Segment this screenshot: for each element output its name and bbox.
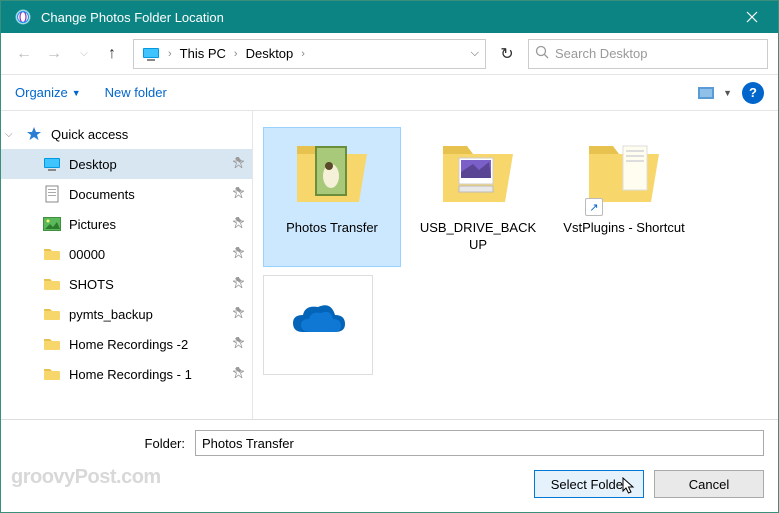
file-item[interactable]: [263, 275, 373, 375]
pin-icon: [233, 157, 244, 171]
sidebar-item-label: pymts_backup: [69, 307, 225, 322]
item-label: USB_DRIVE_BACKUP: [416, 220, 540, 254]
address-dropdown[interactable]: ⌵: [471, 47, 479, 60]
folder-icon: [43, 245, 61, 263]
chevron-down-icon: ▼: [72, 88, 81, 98]
back-button[interactable]: ←: [11, 41, 37, 67]
help-button[interactable]: ?: [742, 82, 764, 104]
pin-icon: [233, 337, 244, 351]
item-label: Photos Transfer: [286, 220, 378, 237]
sidebar-item-pymts-backup[interactable]: pymts_backup: [1, 299, 252, 329]
sidebar-item-label: SHOTS: [69, 277, 225, 292]
sidebar-item-label: Desktop: [69, 157, 225, 172]
quick-access-header[interactable]: ⌵ Quick access: [1, 119, 252, 149]
pin-icon: [233, 187, 244, 201]
pin-icon: [233, 277, 244, 291]
navigation-pane[interactable]: ⌵ Quick access Desktop Documents Pictures 0…: [1, 111, 253, 419]
navigation-bar: ← → ⌵ ↑ › This PC › Desktop › ⌵ ↻ Search…: [1, 33, 778, 75]
chevron-right-icon[interactable]: ›: [166, 48, 174, 60]
sidebar-item-shots[interactable]: SHOTS: [1, 269, 252, 299]
items-view[interactable]: Photos Transfer USB_DRIVE_BACKUP ↗ VstPlugi…: [253, 111, 778, 419]
watermark: groovyPost.com: [11, 466, 161, 489]
folder-name-input[interactable]: [195, 430, 764, 456]
star-icon: [25, 125, 43, 143]
pin-icon: [233, 307, 244, 321]
app-icon: [13, 7, 33, 27]
forward-button[interactable]: →: [41, 41, 67, 67]
search-icon: [535, 45, 549, 62]
pc-icon: [142, 47, 160, 61]
file-item[interactable]: USB_DRIVE_BACKUP: [409, 127, 547, 267]
sidebar-item-label: 00000: [69, 247, 225, 262]
pin-icon: [233, 367, 244, 381]
search-placeholder: Search Desktop: [555, 46, 648, 61]
doc-icon: [43, 185, 61, 203]
shortcut-arrow-icon: ↗: [585, 198, 603, 216]
onedrive-icon: [273, 282, 363, 362]
pictures-icon: [43, 215, 61, 233]
up-button[interactable]: ↑: [101, 41, 123, 67]
sidebar-item-label: Pictures: [69, 217, 225, 232]
sidebar-item-desktop[interactable]: Desktop: [1, 149, 252, 179]
chevron-right-icon[interactable]: ›: [232, 48, 240, 60]
monitor-icon: [43, 155, 61, 173]
pin-icon: [233, 217, 244, 231]
recent-dropdown[interactable]: ⌵: [71, 41, 97, 67]
folder-icon: [43, 335, 61, 353]
titlebar: Change Photos Folder Location: [1, 1, 778, 33]
command-bar: Organize ▼ New folder ▼ ?: [1, 75, 778, 111]
chevron-down-icon: ▼: [723, 88, 732, 98]
search-input[interactable]: Search Desktop: [528, 39, 768, 69]
folder-usb-icon: [433, 134, 523, 214]
sidebar-item-label: Home Recordings - 1: [69, 367, 225, 382]
folder-icon: [43, 275, 61, 293]
folder-shortcut-icon: ↗: [579, 134, 669, 214]
cancel-button[interactable]: Cancel: [654, 470, 764, 498]
dialog-window: Change Photos Folder Location ← → ⌵ ↑ › …: [0, 0, 779, 513]
folder-photo-icon: [287, 134, 377, 214]
pin-icon: [233, 247, 244, 261]
sidebar-item-documents[interactable]: Documents: [1, 179, 252, 209]
explorer-body: ⌵ Quick access Desktop Documents Pictures 0…: [1, 111, 778, 419]
file-item[interactable]: ↗ VstPlugins - Shortcut: [555, 127, 693, 267]
breadcrumb-this-pc[interactable]: This PC: [176, 46, 230, 61]
file-item[interactable]: Photos Transfer: [263, 127, 401, 267]
address-bar[interactable]: › This PC › Desktop › ⌵: [133, 39, 486, 69]
chevron-right-icon[interactable]: ›: [299, 48, 307, 60]
organize-menu[interactable]: Organize ▼: [15, 85, 81, 100]
view-options-button[interactable]: ▼: [698, 85, 732, 101]
folder-icon: [43, 305, 61, 323]
dialog-footer: Folder: groovyPost.com Select Folder Can…: [1, 419, 778, 512]
sidebar-item-00000[interactable]: 00000: [1, 239, 252, 269]
close-button[interactable]: [730, 1, 774, 33]
sidebar-item-home-recordings-2[interactable]: Home Recordings -2: [1, 329, 252, 359]
new-folder-button[interactable]: New folder: [105, 85, 167, 100]
sidebar-item-label: Documents: [69, 187, 225, 202]
folder-label: Folder:: [15, 436, 185, 451]
sidebar-item-pictures[interactable]: Pictures: [1, 209, 252, 239]
expand-icon[interactable]: ⌵: [5, 129, 13, 140]
refresh-button[interactable]: ↻: [490, 39, 524, 69]
folder-icon: [43, 365, 61, 383]
window-title: Change Photos Folder Location: [41, 10, 730, 25]
sidebar-item-home-recordings-1[interactable]: Home Recordings - 1: [1, 359, 252, 389]
sidebar-item-label: Home Recordings -2: [69, 337, 225, 352]
item-label: VstPlugins - Shortcut: [563, 220, 684, 237]
select-folder-button[interactable]: Select Folder: [534, 470, 644, 498]
breadcrumb-desktop[interactable]: Desktop: [242, 46, 298, 61]
